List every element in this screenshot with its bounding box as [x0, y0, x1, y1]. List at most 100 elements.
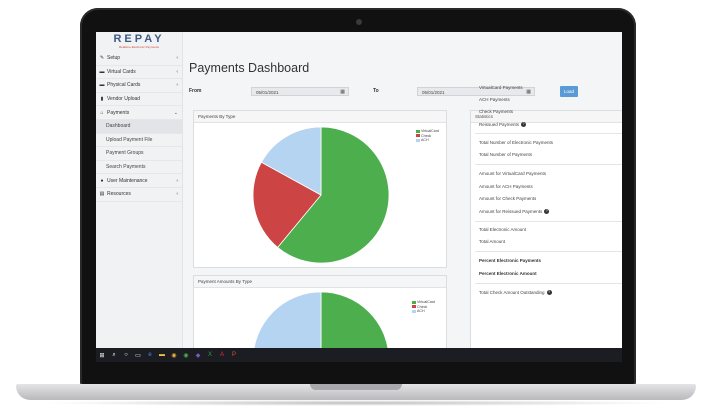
stat-row: Percent Electronic Amount — [479, 271, 537, 276]
chevron-down-icon: ⌄ — [173, 109, 178, 116]
users-icon: ● — [100, 177, 104, 184]
payment-amounts-chart — [253, 291, 389, 350]
payment-amounts-panel: Payment Amounts By Type VirtualCard Check… — [193, 275, 447, 350]
sidebar-item-label: Payments — [107, 109, 130, 116]
stat-divider — [475, 133, 622, 134]
stat-row: ACH Payments — [479, 97, 510, 102]
stat-label: Percent Electronic Payments — [479, 258, 542, 263]
windows-start-icon[interactable]: ⊞ — [96, 348, 108, 362]
cortana-icon[interactable]: ○ — [120, 348, 132, 362]
chevron-left-icon: ‹ — [176, 177, 178, 184]
payments-by-type-panel: Payments By Type VirtualCard Check ACH — [193, 110, 447, 268]
legend-label: Check — [417, 304, 428, 309]
main-content: Payments Dashboard From 05/01/2021 ▦ To … — [183, 32, 622, 350]
sidebar: REPAY Realtime Electronic Payments ✎ Setu… — [96, 32, 183, 348]
file-icon: ▮ — [100, 96, 104, 103]
pie-slice-virtualcard[interactable] — [320, 291, 389, 350]
stat-label: ACH Payments — [479, 97, 510, 102]
stat-divider — [475, 221, 622, 222]
app-icon[interactable]: ◆ — [192, 348, 204, 362]
repay-logo[interactable]: REPAY Realtime Electronic Payments — [96, 32, 182, 52]
sidebar-item-payments[interactable]: ⌂ Payments ⌄ — [96, 106, 182, 120]
sidebar-item-physical-cards[interactable]: ▬ Physical Cards ‹ — [96, 79, 182, 93]
search-icon[interactable]: ⌕ — [108, 348, 120, 362]
legend-label: VirtualCard — [417, 300, 435, 305]
stat-label: Amount for VirtualCard Payments — [479, 171, 546, 176]
chevron-left-icon: ‹ — [176, 191, 178, 198]
chart-legend: VirtualCard Check ACH — [416, 129, 439, 143]
sidebar-item-label: Virtual Cards — [107, 68, 136, 75]
stat-label: Total Number of Payments — [479, 152, 533, 157]
stat-row: Amount for Reissued Payments? — [479, 209, 550, 215]
page-title: Payments Dashboard — [189, 61, 310, 75]
webcam — [356, 19, 362, 25]
to-date-value: 05/01/2021 — [422, 90, 445, 95]
card-icon: ▬ — [99, 82, 105, 89]
sidebar-item-label: User Maintenance — [107, 177, 148, 184]
sidebar-item-setup[interactable]: ✎ Setup ‹ — [96, 52, 182, 66]
stat-label: Amount for ACH Payments — [479, 184, 533, 189]
edge-icon[interactable]: e — [144, 348, 156, 362]
legend-swatch — [412, 309, 416, 313]
excel-icon[interactable]: X — [204, 348, 216, 362]
chrome-alt-icon[interactable]: ◉ — [180, 348, 192, 362]
powerpoint-icon[interactable]: P — [228, 348, 240, 362]
chevron-left-icon: ‹ — [176, 55, 178, 62]
calendar-icon[interactable]: ▦ — [526, 88, 531, 97]
screen: REPAY Realtime Electronic Payments ✎ Setu… — [96, 32, 622, 362]
stat-label: Total Amount — [479, 239, 506, 244]
acrobat-icon[interactable]: A — [216, 348, 228, 362]
stat-label: Check Payments — [479, 109, 514, 114]
stat-row: Amount for ACH Payments — [479, 184, 533, 189]
calendar-icon[interactable]: ▦ — [340, 88, 345, 97]
panel-title: Payments By Type — [194, 111, 446, 123]
sidebar-subitem-dashboard[interactable]: Dashboard — [96, 119, 182, 134]
chevron-left-icon: ‹ — [176, 82, 178, 89]
stat-row: VirtualCard Payments — [479, 85, 523, 90]
sidebar-item-resources[interactable]: ▤ Resources ‹ — [96, 188, 182, 202]
legend-label: ACH — [417, 309, 425, 314]
info-icon[interactable]: ? — [544, 209, 550, 215]
stat-row: Reissued Payments? — [479, 122, 527, 128]
stat-row: Total Electronic Amount — [479, 227, 526, 232]
stat-row: Amount for VirtualCard Payments — [479, 171, 546, 176]
legend-swatch — [412, 305, 416, 309]
book-icon: ▤ — [99, 191, 105, 198]
task-view-icon[interactable]: ▭ — [132, 348, 144, 362]
statistics-panel: Statistics VirtualCard Payments ACH Payme… — [470, 85, 622, 350]
stat-label: VirtualCard Payments — [479, 85, 523, 90]
chart-legend: VirtualCard Check ACH — [412, 300, 435, 314]
sidebar-item-label: Resources — [107, 191, 131, 198]
laptop-notch — [310, 384, 402, 390]
pie-slice-ach[interactable] — [253, 291, 322, 350]
logo-tagline: Realtime Electronic Payments — [118, 45, 159, 49]
load-button[interactable]: Load — [560, 86, 578, 97]
laptop-shadow — [40, 400, 672, 406]
sidebar-subitem-payment-groups[interactable]: Payment Groups — [96, 147, 182, 161]
stat-row: Percent Electronic Payments — [479, 258, 541, 263]
bank-icon: ⌂ — [100, 109, 104, 116]
legend-item[interactable]: ACH — [416, 138, 439, 143]
windows-taskbar: ⊞ ⌕ ○ ▭ e ▬ ◉ ◉ ◆ X A P — [96, 348, 622, 362]
from-label: From — [189, 88, 202, 94]
sidebar-item-user-maintenance[interactable]: ● User Maintenance ‹ — [96, 174, 182, 188]
sidebar-item-vendor-upload[interactable]: ▮ Vendor Upload — [96, 93, 182, 107]
stat-divider — [475, 283, 622, 284]
legend-label: VirtualCard — [421, 129, 439, 134]
info-icon[interactable]: ? — [521, 122, 527, 128]
legend-label: ACH — [421, 138, 429, 143]
sidebar-item-virtual-cards[interactable]: ▬ Virtual Cards ‹ — [96, 66, 182, 80]
legend-label: Check — [421, 133, 432, 138]
legend-swatch — [416, 138, 420, 142]
stat-row: Total Number of Payments — [479, 152, 532, 157]
info-icon[interactable]: ? — [546, 290, 552, 296]
sidebar-subitem-search-payments[interactable]: Search Payments — [96, 161, 182, 175]
sidebar-subitem-upload-payment-file[interactable]: Upload Payment File — [96, 134, 182, 148]
sidebar-item-label: Physical Cards — [107, 82, 141, 89]
from-date-value: 05/01/2021 — [256, 90, 279, 95]
chrome-icon[interactable]: ◉ — [168, 348, 180, 362]
from-date-input[interactable]: 05/01/2021 ▦ — [251, 87, 349, 96]
legend-item[interactable]: ACH — [412, 309, 435, 314]
file-explorer-icon[interactable]: ▬ — [156, 348, 168, 362]
to-label: To — [373, 88, 379, 94]
